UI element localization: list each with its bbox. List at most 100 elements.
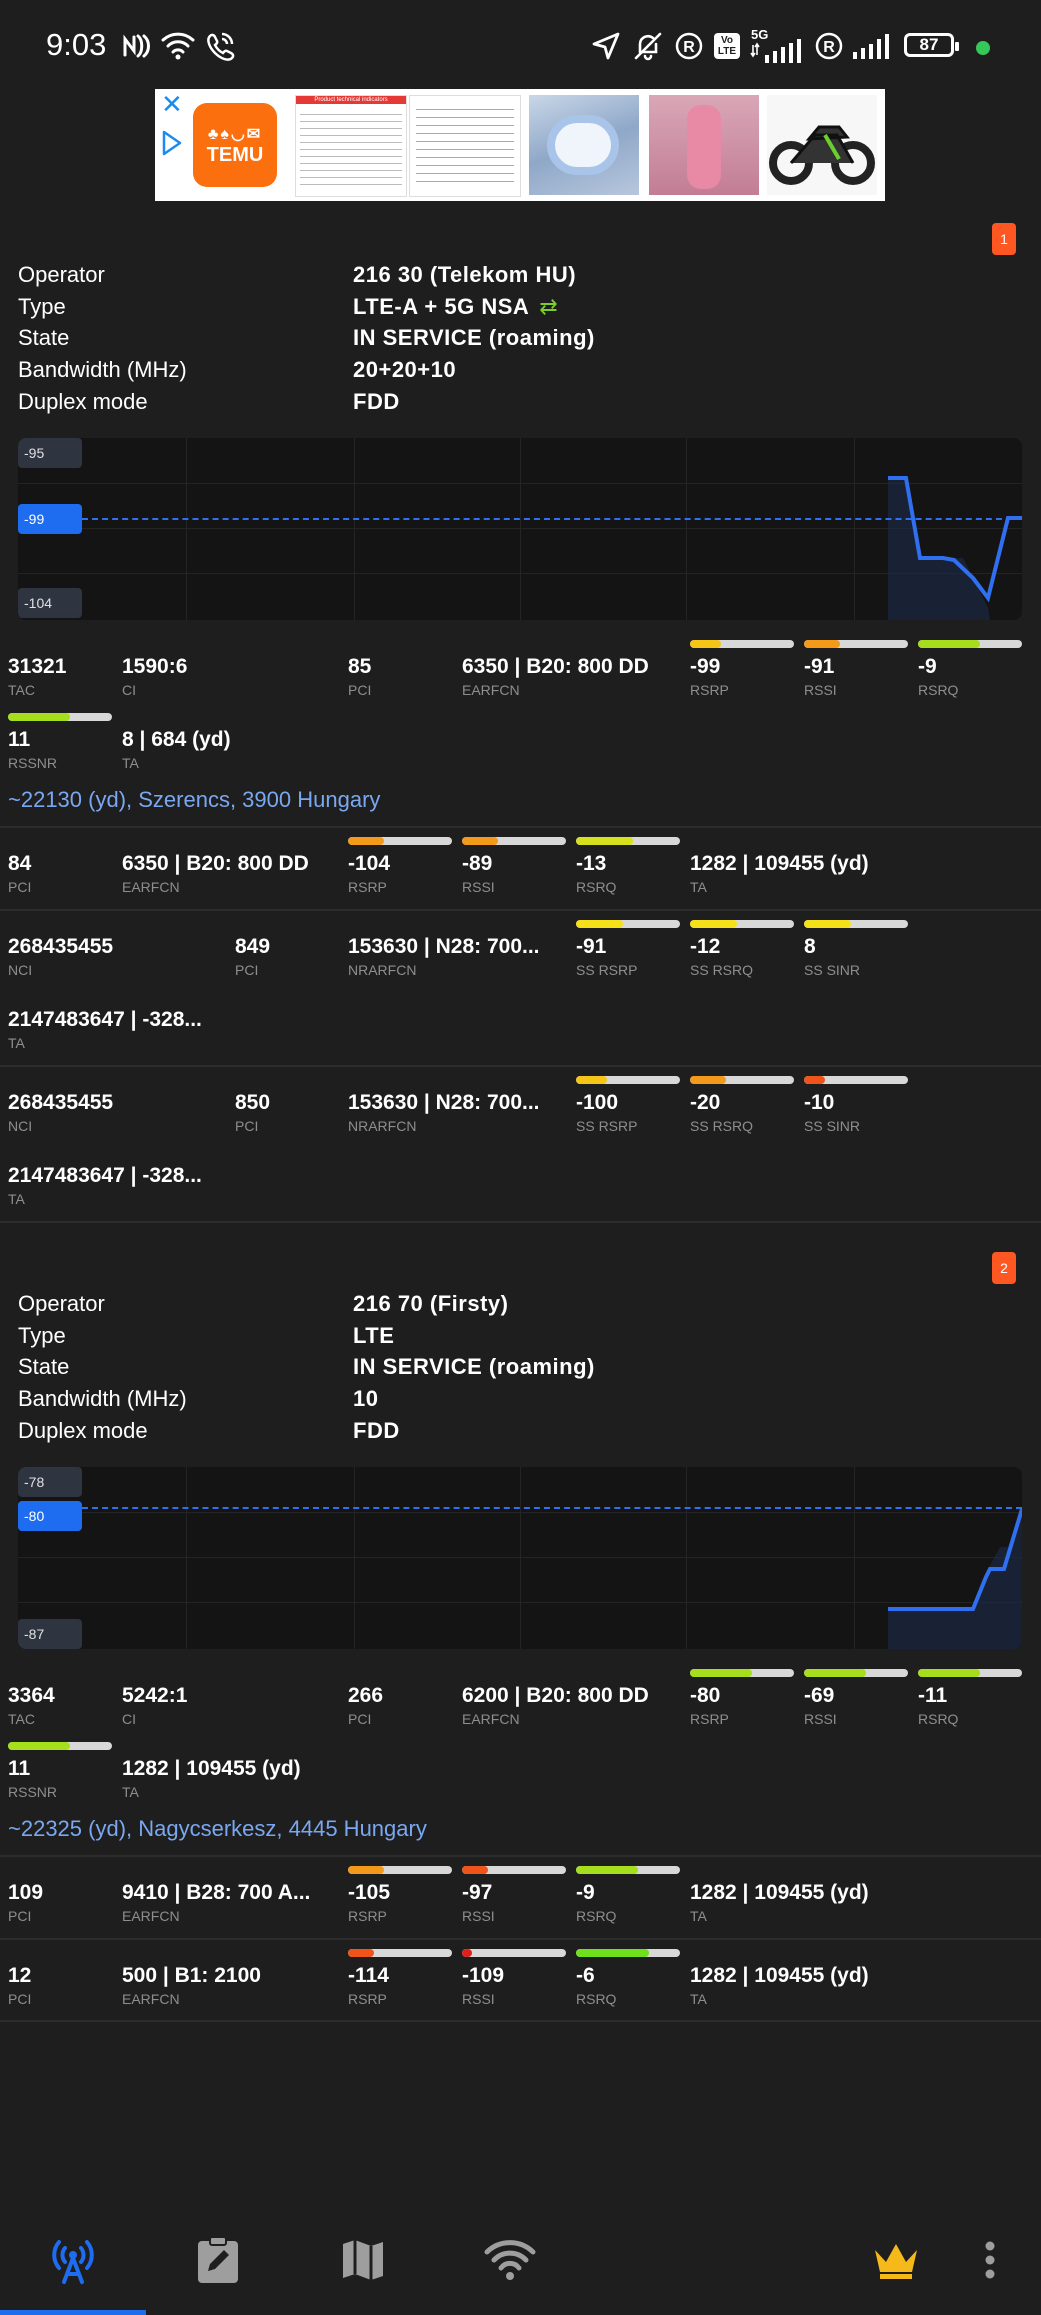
swap-icon: ⇄ [539,294,559,319]
wifi-icon [160,26,196,66]
signal-level-bar [348,1949,452,1957]
cell-label: SS RSRQ [690,1118,754,1134]
signal-level-bar [462,1866,566,1874]
neighbor-earfcn: 6350 | B20: 800 DD EARFCN [122,852,309,895]
cell-value: 3364 [8,1684,55,1707]
cell-label: RSRP [348,1991,387,2007]
signal-icon [852,26,896,66]
cell-rssi: -91 RSSI [804,640,908,698]
cell-label: TA [8,1191,25,1207]
active-tab-indicator [0,2310,146,2315]
cell-value: 6350 | B20: 800 DD [462,655,649,678]
neighbor-rsrp: -114 RSRP [348,1949,452,2007]
signal-level-bar [576,920,680,928]
cell-label: TA [122,1784,139,1800]
cell-label: EARFCN [122,1908,180,1924]
divider [0,2020,1041,2022]
type-value: LTE-A + 5G NSA [353,294,530,319]
info-label: Bandwidth (MHz) [18,357,187,382]
info-row-state: State IN SERVICE (roaming) [18,325,1018,357]
antenna-icon [52,2240,94,2284]
svg-text:R: R [683,39,695,56]
wifi-icon [484,2240,536,2280]
info-label: Duplex mode [18,1418,148,1443]
nav-map[interactable] [323,2224,403,2296]
neighbor-rsrq: -6 RSRQ [576,1949,680,2007]
cell-value: 266 [348,1684,384,1707]
signal-trace [888,476,1022,620]
signal-level-bar [8,713,112,721]
nr-arfcn: 153630 | N28: 700... NRARFCN [348,935,540,978]
neighbor-rssi: -89 RSSI [462,837,566,895]
cell-label: RSRP [348,879,387,895]
close-icon[interactable]: ✕ [161,91,183,117]
cell-label: RSRP [690,1711,729,1727]
nr-ss-rsrq: -20 SS RSRQ [690,1076,794,1134]
cell-label: RSRQ [918,682,959,698]
signal-graph[interactable]: -95 -99 -104 [18,438,1022,620]
cell-label: PCI [235,1118,259,1134]
cell-value: -91 [576,935,607,958]
cell-value: 109 [8,1881,44,1904]
nr-pci: 849 PCI [235,935,270,978]
cell-tac: 3364 TAC [8,1684,55,1727]
signal-level-bar [918,1669,1022,1677]
sim-badge: 2 [992,1252,1016,1284]
neighbor-rsrq: -13 RSRQ [576,837,680,895]
nav-wifi[interactable] [470,2224,550,2296]
cell-value: -12 [690,935,721,958]
ad-pajamas-image [649,95,759,195]
nav-more[interactable] [950,2224,1030,2296]
signal-graph[interactable]: -78 -80 -87 [18,1467,1022,1649]
wifi-calling-icon [202,26,238,66]
graph-min-label: -104 [18,588,82,618]
nfc-icon [120,26,154,66]
cell-label: PCI [348,682,372,698]
cell-value: -10 [804,1091,835,1114]
nav-log[interactable] [178,2224,258,2296]
cell-label: RSRQ [576,1991,617,2007]
cell-location-link[interactable]: ~22130 (yd), Szerencs, 3900 Hungary [8,787,380,813]
cell-earfcn: 6200 | B20: 800 DD EARFCN [462,1684,649,1727]
graph-current-label: -99 [18,504,82,534]
signal-level-bar [576,1949,680,1957]
cell-label: SS SINR [804,1118,861,1134]
ad-choices-icon[interactable] [161,129,183,157]
clipboard-edit-icon [198,2236,238,2283]
cell-label: SS SINR [804,962,861,978]
clock: 9:03 [46,27,107,62]
info-label: Operator [18,262,105,287]
map-icon [343,2240,383,2280]
cell-value: 85 [348,655,372,678]
cell-value: 153630 | N28: 700... [348,935,540,958]
cell-location-link[interactable]: ~22325 (yd), Nagycserkesz, 4445 Hungary [8,1816,427,1842]
cell-value: 1282 | 109455 (yd) [690,1964,869,1987]
cell-label: TAC [8,1711,35,1727]
info-value: 10 [353,1386,379,1411]
cell-rsrq: -11 RSRQ [918,1669,1022,1727]
cell-tac: 31321 TAC [8,655,66,698]
cell-label: PCI [8,879,32,895]
battery-indicator: 87 [904,33,959,57]
neighbor-pci: 12 PCI [8,1964,31,2007]
cell-value: 5242:1 [122,1684,188,1707]
nr-ss-sinr: 8 SS SINR [804,920,908,978]
signal-level-bar [348,837,452,845]
info-label: Operator [18,1291,105,1316]
info-row-bandwidth: Bandwidth (MHz) 10 [18,1386,1018,1418]
info-value: FDD [353,389,400,414]
nav-premium[interactable] [856,2224,936,2296]
cell-label: RSRQ [918,1711,959,1727]
nr-pci: 850 PCI [235,1091,270,1134]
signal-level-bar [804,640,908,648]
ad-product-sheet-image: Product technical indicators [295,95,407,197]
cell-label: NCI [8,962,33,978]
cell-value: -6 [576,1964,595,1987]
nav-cell-towers[interactable] [33,2224,113,2296]
cell-label: CI [122,682,136,698]
ad-banner[interactable]: ✕ ♣♠◡✉ TEMU Product technical indicators [155,89,885,201]
current-level-line [82,518,1022,520]
graph-current-label: -80 [18,1501,82,1531]
cell-value: 11 [8,1757,31,1780]
neighbor-earfcn: 500 | B1: 2100 EARFCN [122,1964,261,2007]
